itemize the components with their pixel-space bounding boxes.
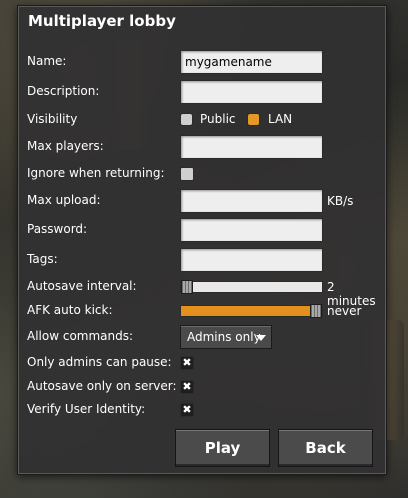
- visibility-label: Visibility: [27, 112, 78, 126]
- verify-identity-label: Verify User Identity:: [27, 402, 146, 416]
- name-label: Name:: [27, 54, 67, 68]
- max-players-field[interactable]: [180, 135, 323, 159]
- name-row: Name: mygamename: [27, 50, 382, 74]
- only-admins-pause-checkbox[interactable]: ✖: [180, 356, 194, 370]
- name-field[interactable]: mygamename: [180, 50, 323, 74]
- allow-commands-dropdown[interactable]: Admins only: [180, 325, 272, 349]
- ignore-returning-checkbox[interactable]: [180, 167, 194, 181]
- verify-identity-row: Verify User Identity: ✖: [27, 398, 382, 422]
- allow-commands-label: Allow commands:: [27, 329, 134, 343]
- description-field[interactable]: [180, 80, 323, 104]
- description-row: Description:: [27, 80, 382, 104]
- max-players-row: Max players:: [27, 135, 382, 159]
- tags-row: Tags:: [27, 248, 382, 272]
- visibility-public-label: Public: [200, 112, 236, 126]
- autosave-server-label: Autosave only on server:: [27, 379, 177, 393]
- tags-field[interactable]: [180, 248, 323, 272]
- ignore-returning-row: Ignore when returning:: [27, 162, 382, 186]
- back-button[interactable]: Back: [278, 429, 373, 467]
- ignore-returning-label: Ignore when returning:: [27, 166, 165, 180]
- password-label: Password:: [27, 222, 88, 236]
- autosave-server-checkbox[interactable]: ✖: [180, 380, 194, 394]
- multiplayer-lobby-dialog: Multiplayer lobby Name: mygamename Descr…: [17, 5, 387, 475]
- afk-slider-fill: [181, 306, 322, 316]
- autosave-interval-label: Autosave interval:: [27, 279, 137, 293]
- only-admins-pause-row: Only admins can pause: ✖: [27, 351, 382, 375]
- max-upload-label: Max upload:: [27, 193, 101, 207]
- allow-commands-value: Admins only: [187, 330, 261, 344]
- max-upload-row: Max upload: KB/s: [27, 189, 382, 213]
- autosave-server-row: Autosave only on server: ✖: [27, 375, 382, 399]
- allow-commands-row: Allow commands: Admins only: [27, 325, 382, 349]
- play-button[interactable]: Play: [175, 429, 270, 467]
- description-label: Description:: [27, 84, 100, 98]
- max-upload-unit: KB/s: [327, 194, 354, 208]
- visibility-row: Visibility Public LAN: [27, 108, 382, 132]
- afk-kick-label: AFK auto kick:: [27, 303, 113, 317]
- afk-kick-value: never: [327, 304, 362, 318]
- tags-label: Tags:: [27, 252, 58, 266]
- autosave-slider-handle[interactable]: [181, 280, 193, 294]
- afk-kick-row: AFK auto kick: never: [27, 299, 382, 323]
- visibility-lan-label: LAN: [268, 112, 293, 126]
- dialog-title: Multiplayer lobby: [28, 12, 176, 30]
- autosave-interval-row: Autosave interval: 2 minutes: [27, 275, 382, 308]
- afk-slider-handle[interactable]: [310, 304, 322, 318]
- password-field[interactable]: [180, 218, 323, 242]
- password-row: Password:: [27, 218, 382, 242]
- max-players-label: Max players:: [27, 139, 104, 153]
- verify-identity-checkbox[interactable]: ✖: [180, 403, 194, 417]
- visibility-lan-radio[interactable]: [247, 113, 260, 126]
- max-upload-field[interactable]: [180, 189, 323, 213]
- chevron-down-icon: [256, 335, 266, 341]
- only-admins-pause-label: Only admins can pause:: [27, 355, 172, 369]
- autosave-interval-slider[interactable]: [180, 280, 323, 294]
- visibility-public-radio[interactable]: [180, 113, 193, 126]
- afk-kick-slider[interactable]: [180, 304, 323, 318]
